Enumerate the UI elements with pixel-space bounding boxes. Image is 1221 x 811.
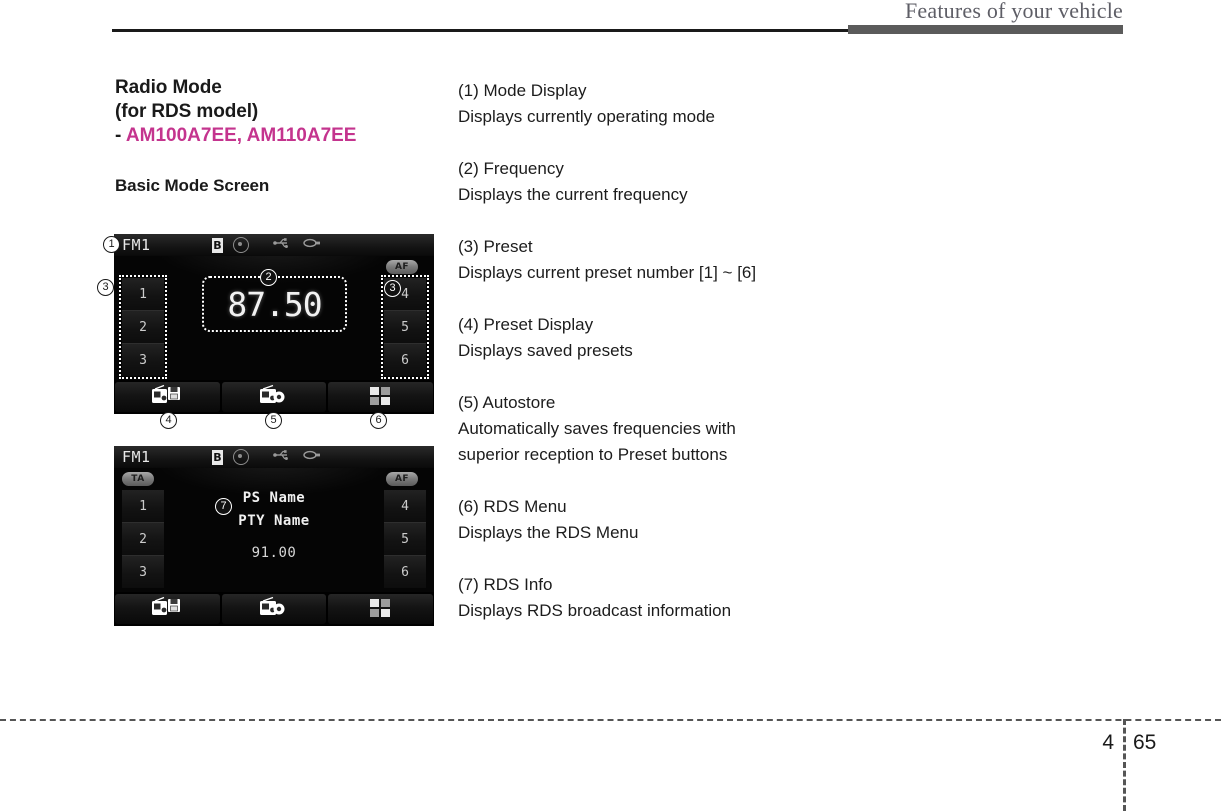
callout-4: 4 [160,412,177,429]
bluetooth-icon: B [212,237,223,253]
description-title: (1) Mode Display [458,81,587,100]
model-codes: AM100A7EE, AM110A7EE [125,125,357,146]
mode-label: FM1 [122,236,151,254]
rds-mode-screen: FM1 B TA AF 1 2 3 4 5 6 PS Name PTY Name… [114,446,434,626]
callout-6: 6 [370,412,387,429]
description-body: Automatically saves frequencies with sup… [458,419,736,464]
rds-menu-button[interactable] [328,382,434,412]
callout-box-preset-left [119,275,167,379]
footer-divider [0,719,1221,721]
footer-vertical-divider [1123,719,1126,811]
preset-button-3[interactable]: 3 [122,556,164,588]
preset-display-button[interactable] [115,382,220,412]
preset-buttons-right: 4 5 6 [384,490,426,588]
page-title: Radio Mode [115,77,222,98]
basic-mode-screen: FM1 B AF 1 2 3 4 5 6 87.50 2 3 [114,234,434,414]
disc-icon [233,449,249,465]
rds-menu-button[interactable] [328,594,434,624]
header-rule-thick [848,25,1123,34]
description-item: (6) RDS Menu Displays the RDS Menu [458,494,788,546]
model-dash: - [115,125,122,146]
rds-menu-icon [369,384,393,411]
description-item: (3) Preset Displays current preset numbe… [458,234,788,286]
ta-button[interactable]: TA [122,472,154,486]
ps-name-label: PS Name [242,490,306,506]
description-body: Displays current preset number [1] ~ [6] [458,263,757,282]
status-bar: FM1 B [114,234,434,256]
status-bar: FM1 B [114,446,434,468]
autostore-button[interactable] [221,382,327,412]
aux-icon [303,448,321,466]
description-title: (4) Preset Display [458,315,594,334]
page-subtitle-model: (for RDS model) [115,101,259,122]
frequency-display: 87.50 [227,284,322,324]
autostore-icon [257,596,291,623]
description-body: Displays the current frequency [458,185,688,204]
description-body: Displays RDS broadcast information [458,601,732,620]
description-item: (1) Mode Display Displays currently oper… [458,78,788,130]
bottom-button-bar [114,380,434,414]
page-header-title: Features of your vehicle [904,0,1123,23]
page-number: 65 [1133,731,1157,754]
callout-7: 7 [215,498,232,515]
preset-button-1[interactable]: 1 [122,490,164,523]
description-body: Displays the RDS Menu [458,523,639,542]
pty-name-label: PTY Name [238,513,310,529]
bottom-button-bar [114,592,434,626]
descriptions-list: (1) Mode Display Displays currently oper… [458,78,788,624]
disc-icon [233,237,249,253]
description-body: Displays saved presets [458,341,633,360]
autostore-button[interactable] [221,594,327,624]
usb-icon [273,448,291,466]
description-item: (7) RDS Info Displays RDS broadcast info… [458,572,788,624]
preset-button-5[interactable]: 5 [384,523,426,556]
description-title: (5) Autostore [458,393,556,412]
preset-buttons-left: 1 2 3 [122,490,164,588]
af-button[interactable]: AF [386,260,418,274]
callout-3-left: 3 [97,279,114,296]
af-button[interactable]: AF [386,472,418,486]
callout-5: 5 [265,412,282,429]
description-title: (2) Frequency [458,159,564,178]
rds-menu-icon [369,596,393,623]
autostore-icon [257,384,291,411]
mode-label: FM1 [122,448,151,466]
description-title: (7) RDS Info [458,575,553,594]
status-icon-group: B [212,448,321,466]
status-icon-group: B [212,236,321,254]
callout-2: 2 [260,269,277,286]
description-item: (5) Autostore Automatically saves freque… [458,390,788,468]
chapter-number: 4 [1102,731,1114,754]
model-code-line: - AM100A7EE, AM110A7EE [115,124,445,148]
bluetooth-icon: B [212,449,223,465]
preset-button-2[interactable]: 2 [122,523,164,556]
description-title: (6) RDS Menu [458,497,567,516]
description-body: Displays currently operating mode [458,107,716,126]
description-title: (3) Preset [458,237,533,256]
preset-button-4[interactable]: 4 [384,490,426,523]
callout-3-right: 3 [384,280,401,297]
frequency-display: 91.00 [251,545,297,561]
preset-button-6[interactable]: 6 [384,556,426,588]
rds-info-display: PS Name PTY Name 91.00 [174,490,374,561]
preset-display-button[interactable] [115,594,220,624]
aux-icon [303,236,321,254]
description-item: (4) Preset Display Displays saved preset… [458,312,788,364]
usb-icon [273,236,291,254]
preset-display-icon [150,596,184,623]
left-column: Radio Mode (for RDS model) - AM100A7EE, … [115,76,445,196]
section-heading: Basic Mode Screen [115,176,270,195]
header-rule-thin [112,29,850,32]
description-item: (2) Frequency Displays the current frequ… [458,156,788,208]
preset-display-icon [150,384,184,411]
callout-1: 1 [103,236,120,253]
